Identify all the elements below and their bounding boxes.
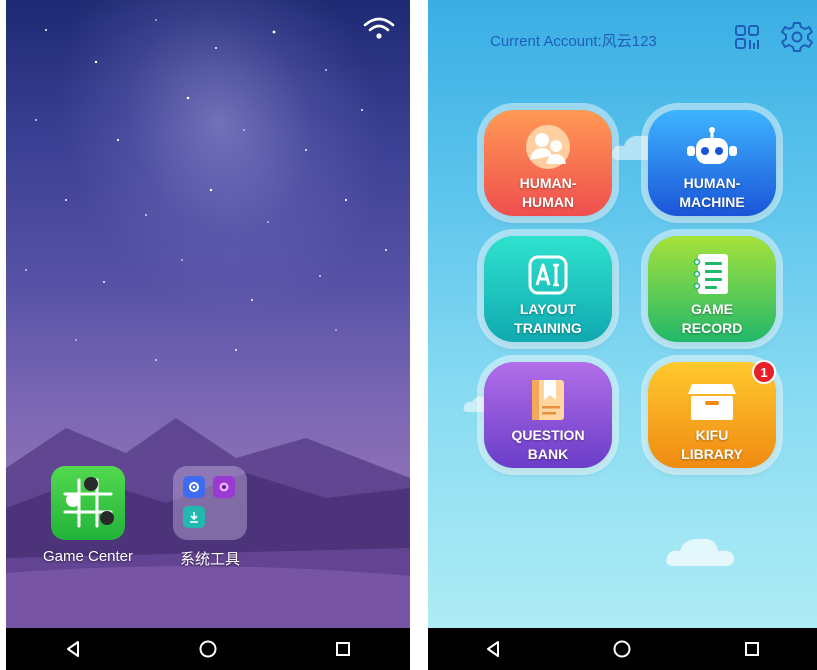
layout-training-button[interactable]: LAYOUT TRAINING [484,236,612,342]
stars [25,19,387,361]
wallpaper: Game Center 系统工具 [6,0,410,628]
app-background: Current Account:风云123 HUMAN- HUMAN HUMAN… [428,0,817,628]
current-account-text: Current Account:风云123 [490,33,657,50]
nav-bar [428,628,817,670]
human-machine-button[interactable]: HUMAN- MACHINE [648,110,776,216]
kifu-library-label: KIFU LIBRARY [681,427,743,462]
gear-icon[interactable] [780,20,814,54]
recents-icon[interactable] [323,628,363,670]
notification-badge: 1 [752,360,776,384]
recents-icon[interactable] [732,628,772,670]
question-bank-button[interactable]: QUESTION BANK [484,362,612,468]
box-icon [688,384,736,420]
robot-icon [687,127,737,164]
go-app-screen: Current Account:风云123 HUMAN- HUMAN HUMAN… [428,0,817,670]
book-icon [532,380,564,420]
system-tools-label: 系统工具 [179,551,240,568]
qr-code-icon[interactable] [734,24,760,52]
human-human-label: HUMAN- HUMAN [519,175,577,210]
home-screen: Game Center 系统工具 [6,0,410,670]
folder-icon [173,466,247,540]
question-bank-label: QUESTION BANK [511,427,585,462]
system-tools-folder[interactable]: 系统工具 [160,466,260,569]
layout-training-label: LAYOUT TRAINING [514,301,582,336]
game-record-label: GAME RECORD [681,301,743,336]
home-icon[interactable] [188,628,228,670]
cloud-decoration [666,538,734,566]
home-icon[interactable] [602,628,642,670]
download-mini-icon [183,506,205,528]
game-center-label: Game Center [42,548,134,565]
wifi-icon [363,17,395,39]
nav-bar [6,628,410,670]
back-icon[interactable] [473,628,513,670]
human-human-button[interactable]: HUMAN- HUMAN [484,110,612,216]
settings-mini-icon [183,476,205,498]
game-center-app[interactable]: Game Center [38,466,138,565]
notebook-icon [693,254,728,294]
camera-mini-icon [213,476,235,498]
game-record-button[interactable]: GAME RECORD [648,236,776,342]
people-icon [526,125,570,169]
back-icon[interactable] [53,628,93,670]
ai-icon [528,255,568,295]
human-machine-label: HUMAN- MACHINE [679,175,745,210]
go-board-icon [51,466,125,540]
